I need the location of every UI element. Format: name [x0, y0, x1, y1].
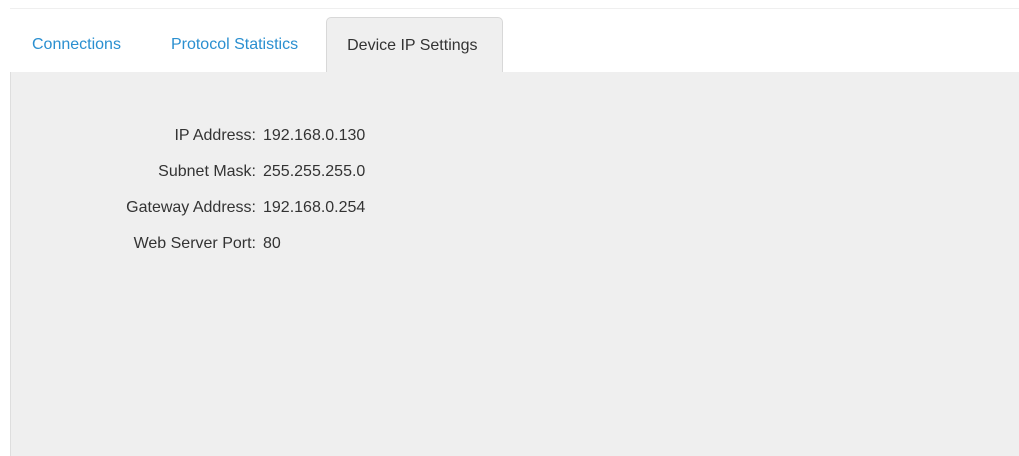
ip-address-value: 192.168.0.130 [263, 127, 366, 144]
tab-device-ip-settings[interactable]: Device IP Settings [326, 17, 503, 73]
gateway-address-label: Gateway Address: [126, 199, 256, 216]
tab-bar: Connections Protocol Statistics Device I… [10, 16, 1019, 73]
ip-address-row: IP Address: 192.168.0.130 [11, 118, 365, 154]
subnet-mask-label: Subnet Mask: [158, 163, 256, 180]
ip-address-label: IP Address: [174, 127, 256, 144]
tab-connections[interactable]: Connections [10, 17, 145, 73]
gateway-address-row: Gateway Address: 192.168.0.254 [11, 190, 365, 226]
web-server-port-row: Web Server Port: 80 [11, 226, 365, 262]
top-divider [10, 8, 1019, 9]
device-ip-settings-panel: IP Address: 192.168.0.130 Subnet Mask: 2… [10, 72, 1019, 456]
settings-list: IP Address: 192.168.0.130 Subnet Mask: 2… [11, 118, 365, 262]
web-server-port-value: 80 [263, 235, 281, 252]
subnet-mask-value: 255.255.255.0 [263, 163, 366, 180]
web-server-port-label: Web Server Port: [133, 235, 256, 252]
device-settings-page: Connections Protocol Statistics Device I… [0, 0, 1019, 456]
tab-protocol-statistics[interactable]: Protocol Statistics [145, 17, 326, 73]
subnet-mask-row: Subnet Mask: 255.255.255.0 [11, 154, 365, 190]
gateway-address-value: 192.168.0.254 [263, 199, 366, 216]
